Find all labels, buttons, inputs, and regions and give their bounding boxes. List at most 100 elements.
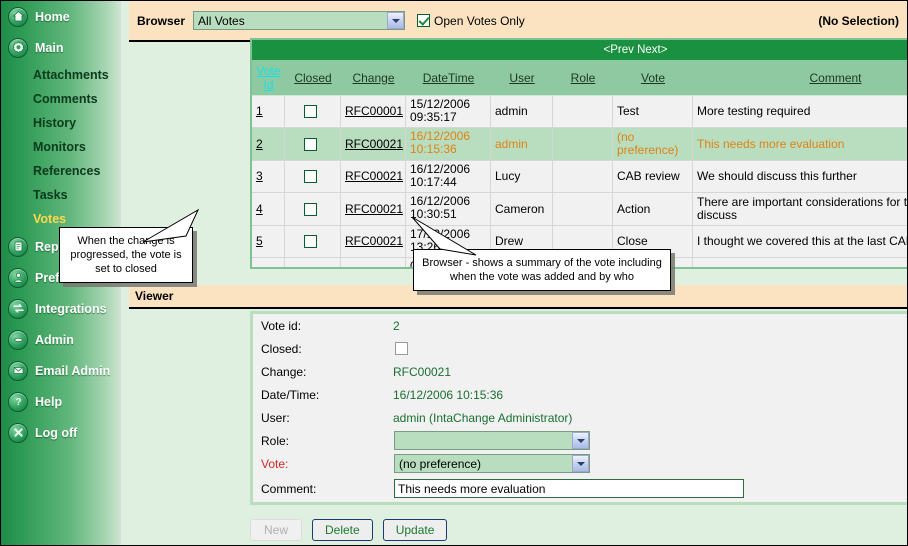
change-link[interactable]: RFC00021	[345, 170, 403, 183]
checkbox-box[interactable]	[417, 14, 431, 27]
cell-change[interactable]: RFC00001	[341, 96, 406, 127]
table-row[interactable]: 4 RFC00021 16/12/2006 10:30:51 Cameron Ac…	[252, 193, 907, 226]
cell-change[interactable]: RFC00021	[341, 193, 406, 225]
cell-closed[interactable]	[285, 258, 341, 267]
cell-closed[interactable]	[285, 161, 341, 192]
gear-icon	[8, 37, 28, 58]
cell-vote-id[interactable]: 1	[252, 96, 285, 127]
table-row[interactable]: 3 RFC00021 16/12/2006 10:17:44 Lucy CAB r…	[252, 161, 907, 193]
vote-id-link[interactable]: 2	[256, 137, 263, 151]
admin-icon	[8, 329, 28, 350]
column-header-vote-id[interactable]: Vote Id	[252, 64, 285, 92]
column-header-role[interactable]: Role	[553, 71, 613, 85]
browser-select[interactable]: All Votes	[193, 11, 406, 30]
open-votes-only-checkbox[interactable]: Open Votes Only	[417, 14, 525, 28]
vote-select[interactable]: (no preference)	[394, 454, 590, 473]
column-header-datetime[interactable]: DateTime	[406, 71, 491, 85]
sidebar-item-history[interactable]: History	[1, 111, 121, 135]
table-header-row: Vote Id Closed Change DateTime User Role…	[252, 60, 907, 96]
vote-select-value: (no preference)	[399, 456, 482, 471]
row-closed-checkbox[interactable]	[304, 170, 317, 183]
sidebar-item-label: Integrations	[35, 301, 107, 316]
cell-vote-id[interactable]: 5	[252, 226, 285, 257]
cell-datetime: 16/12/2006 10:17:44	[406, 161, 491, 192]
field-user: User: admin (IntaChange Administrator)	[253, 406, 907, 429]
cell-user: admin	[491, 96, 553, 127]
cell-datetime: 16/12/2006 10:15:36	[406, 128, 491, 160]
row-closed-checkbox[interactable]	[304, 137, 317, 151]
app-window: Home Main Attachments Comments History M…	[0, 0, 908, 546]
callout-closed-info: When the change is progressed, the vote …	[59, 227, 193, 283]
update-button[interactable]: Update	[382, 519, 448, 541]
sidebar-item-references[interactable]: References	[1, 159, 121, 183]
vote-id-link[interactable]: 5	[256, 235, 263, 248]
sidebar-item-integrations[interactable]: Integrations	[1, 293, 121, 324]
row-closed-checkbox[interactable]	[304, 202, 317, 216]
cell-vote-id[interactable]: 6	[252, 258, 285, 267]
column-header-change[interactable]: Change	[341, 71, 406, 85]
table-row[interactable]: 1 RFC00001 15/12/2006 09:35:17 admin Test…	[252, 96, 907, 128]
cell-vote-id[interactable]: 3	[252, 161, 285, 192]
viewer-title: Viewer	[135, 289, 174, 303]
row-closed-checkbox[interactable]	[304, 105, 317, 118]
sidebar-item-comments[interactable]: Comments	[1, 87, 121, 111]
cell-role	[553, 96, 613, 127]
cell-role	[553, 161, 613, 192]
vote-id-link[interactable]: 4	[256, 202, 263, 216]
browser-label: Browser	[137, 13, 186, 28]
delete-button[interactable]: Delete	[312, 519, 373, 541]
sidebar-item-monitors[interactable]: Monitors	[1, 135, 121, 159]
cell-vote-id[interactable]: 4	[252, 193, 285, 225]
sidebar-item-tasks[interactable]: Tasks	[1, 183, 121, 207]
sidebar-item-log-off[interactable]: Log off	[1, 417, 121, 448]
open-votes-only-label: Open Votes Only	[434, 13, 525, 28]
cell-vote-id[interactable]: 2	[252, 128, 285, 160]
selection-status: (No Selection)	[818, 13, 899, 28]
cell-comment: More testing required	[693, 96, 907, 127]
vote-id-link[interactable]: 3	[256, 170, 263, 183]
sidebar-item-attachments[interactable]: Attachments	[1, 63, 121, 87]
column-header-comment[interactable]: Comment	[693, 71, 907, 85]
change-link[interactable]: RFC00021	[345, 235, 403, 248]
pager[interactable]: <Prev Next>	[252, 40, 907, 60]
column-header-closed[interactable]: Closed	[285, 71, 341, 85]
chevron-down-icon[interactable]	[572, 455, 589, 472]
vote-id-link[interactable]: 1	[256, 105, 263, 118]
cell-change[interactable]: RFC00020	[341, 258, 406, 268]
change-link[interactable]: RFC00021	[345, 202, 403, 216]
cell-change[interactable]: RFC00021	[341, 161, 406, 192]
change-link[interactable]: RFC00001	[345, 105, 403, 118]
table-row[interactable]: 2 RFC00021 16/12/2006 10:15:36 admin (no …	[252, 128, 907, 161]
cell-user: Cameron	[491, 193, 553, 225]
cell-time: 10:17:44	[410, 175, 457, 189]
row-closed-checkbox[interactable]	[304, 235, 317, 248]
cell-closed[interactable]	[285, 193, 341, 225]
sidebar-item-email-admin[interactable]: Email Admin	[1, 355, 121, 386]
cell-datetime: 16/12/2006 10:30:51	[406, 193, 491, 225]
cell-closed[interactable]	[285, 96, 341, 127]
cell-change[interactable]: RFC00021	[341, 128, 406, 160]
sidebar-item-home[interactable]: Home	[1, 1, 121, 32]
cell-role	[553, 128, 613, 160]
sidebar-item-admin[interactable]: Admin	[1, 324, 121, 355]
change-link[interactable]: RFC00021	[345, 137, 403, 151]
comment-input[interactable]: This needs more evaluation	[394, 479, 744, 498]
change-link[interactable]: RFC00020	[345, 267, 403, 268]
chevron-down-icon[interactable]	[387, 12, 405, 29]
field-vote: Vote: (no preference)	[253, 452, 907, 475]
pager-label[interactable]: <Prev Next>	[604, 44, 668, 56]
chevron-down-icon[interactable]	[572, 432, 589, 449]
help-icon: ?	[8, 391, 28, 412]
cell-closed[interactable]	[285, 128, 341, 160]
cell-user: Lucy	[491, 161, 553, 192]
cell-change[interactable]: RFC00021	[341, 226, 406, 257]
sidebar-item-help[interactable]: ? Help	[1, 386, 121, 417]
column-header-user[interactable]: User	[491, 71, 553, 85]
logoff-icon	[8, 422, 28, 443]
cell-closed[interactable]	[285, 226, 341, 257]
field-value: admin (IntaChange Administrator)	[393, 410, 573, 425]
sidebar-item-main[interactable]: Main	[1, 32, 121, 63]
column-header-vote[interactable]: Vote	[613, 71, 693, 85]
closed-checkbox[interactable]	[395, 342, 408, 355]
role-select[interactable]	[394, 431, 590, 450]
